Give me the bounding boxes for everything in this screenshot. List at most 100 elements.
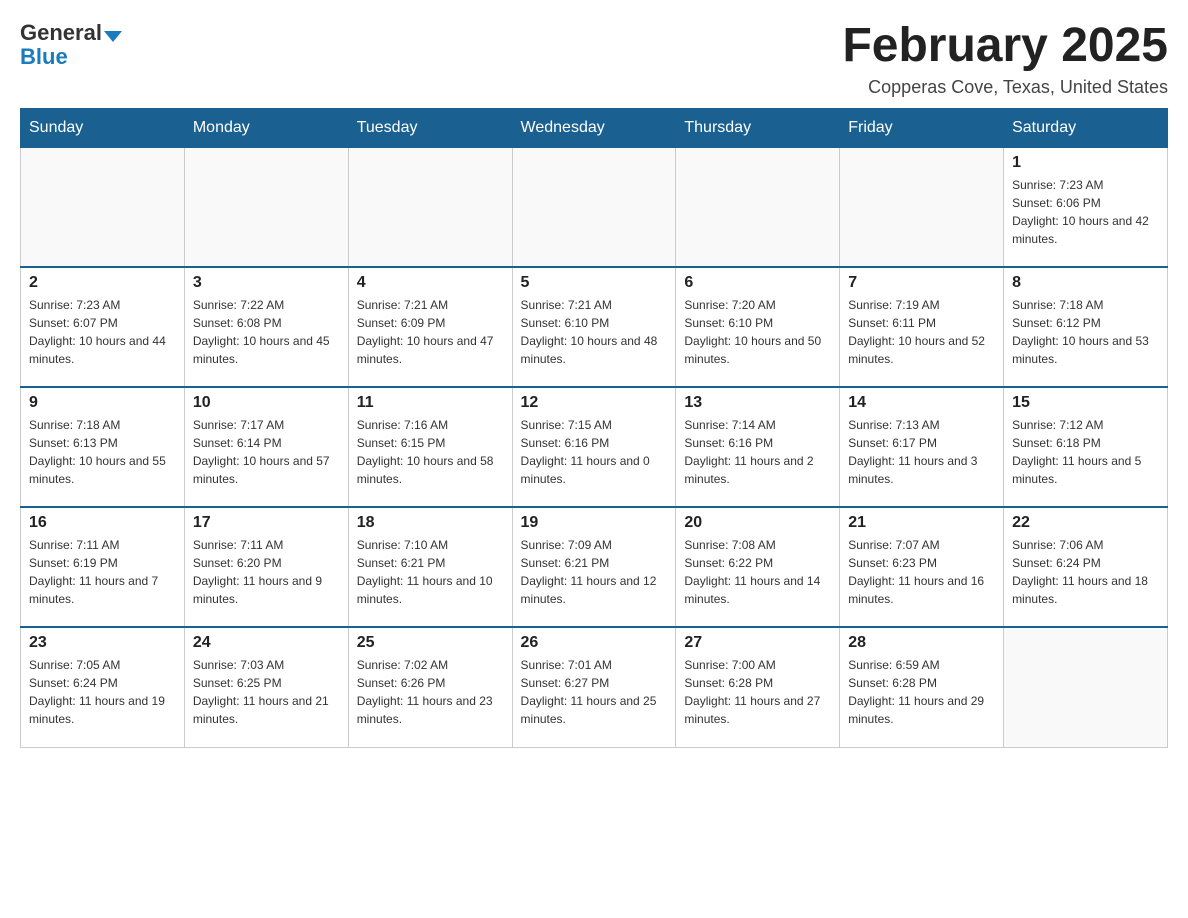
calendar-week-row: 2 Sunrise: 7:23 AMSunset: 6:07 PMDaylight…	[21, 267, 1168, 387]
day-number: 14	[848, 394, 995, 412]
calendar-cell: 15 Sunrise: 7:12 AMSunset: 6:18 PMDayligh…	[1004, 387, 1168, 507]
calendar-cell: 17 Sunrise: 7:11 AMSunset: 6:20 PMDayligh…	[184, 507, 348, 627]
day-info: Sunrise: 7:09 AMSunset: 6:21 PMDaylight:…	[521, 536, 668, 608]
day-of-week-header: Monday	[184, 108, 348, 147]
calendar-week-row: 16 Sunrise: 7:11 AMSunset: 6:19 PMDayligh…	[21, 507, 1168, 627]
logo-arrow-icon	[104, 31, 122, 42]
day-number: 3	[193, 274, 340, 292]
day-info: Sunrise: 6:59 AMSunset: 6:28 PMDaylight:…	[848, 656, 995, 728]
calendar-cell: 5Sunrise: 7:21 AMSunset: 6:10 PMDaylight…	[512, 267, 676, 387]
day-number: 2	[29, 274, 176, 292]
day-info: Sunrise: 7:20 AMSunset: 6:10 PMDaylight:…	[684, 296, 831, 368]
day-number: 16	[29, 514, 176, 532]
day-info: Sunrise: 7:19 AMSunset: 6:11 PMDaylight:…	[848, 296, 995, 368]
calendar-cell: 6 Sunrise: 7:20 AMSunset: 6:10 PMDaylight…	[676, 267, 840, 387]
calendar-cell	[840, 147, 1004, 267]
day-info: Sunrise: 7:00 AMSunset: 6:28 PMDaylight:…	[684, 656, 831, 728]
logo-text: General	[20, 20, 122, 46]
calendar-cell: 4 Sunrise: 7:21 AMSunset: 6:09 PMDaylight…	[348, 267, 512, 387]
calendar-cell: 19 Sunrise: 7:09 AMSunset: 6:21 PMDayligh…	[512, 507, 676, 627]
calendar-title: February 2025	[842, 20, 1168, 73]
calendar-cell: 11 Sunrise: 7:16 AMSunset: 6:15 PMDayligh…	[348, 387, 512, 507]
day-number: 15	[1012, 394, 1159, 412]
title-section: February 2025 Copperas Cove, Texas, Unit…	[842, 20, 1168, 98]
day-info: Sunrise: 7:02 AMSunset: 6:26 PMDaylight:…	[357, 656, 504, 728]
day-number: 9	[29, 394, 176, 412]
day-number: 23	[29, 634, 176, 652]
day-info: Sunrise: 7:07 AMSunset: 6:23 PMDaylight:…	[848, 536, 995, 608]
calendar-cell: 2 Sunrise: 7:23 AMSunset: 6:07 PMDaylight…	[21, 267, 185, 387]
day-info: Sunrise: 7:05 AMSunset: 6:24 PMDaylight:…	[29, 656, 176, 728]
calendar-cell	[21, 147, 185, 267]
logo: General Blue	[20, 20, 122, 70]
calendar-cell: 23 Sunrise: 7:05 AMSunset: 6:24 PMDayligh…	[21, 627, 185, 747]
day-info: Sunrise: 7:23 AMSunset: 6:06 PMDaylight:…	[1012, 176, 1159, 248]
day-number: 11	[357, 394, 504, 412]
day-number: 7	[848, 274, 995, 292]
calendar-cell	[676, 147, 840, 267]
calendar-cell: 20Sunrise: 7:08 AMSunset: 6:22 PMDayligh…	[676, 507, 840, 627]
day-info: Sunrise: 7:13 AMSunset: 6:17 PMDaylight:…	[848, 416, 995, 488]
day-of-week-header: Sunday	[21, 108, 185, 147]
day-number: 4	[357, 274, 504, 292]
calendar-subtitle: Copperas Cove, Texas, United States	[842, 77, 1168, 98]
day-info: Sunrise: 7:16 AMSunset: 6:15 PMDaylight:…	[357, 416, 504, 488]
calendar-cell	[1004, 627, 1168, 747]
day-info: Sunrise: 7:11 AMSunset: 6:19 PMDaylight:…	[29, 536, 176, 608]
day-number: 22	[1012, 514, 1159, 532]
calendar-header-row: SundayMondayTuesdayWednesdayThursdayFrid…	[21, 108, 1168, 147]
day-number: 26	[521, 634, 668, 652]
day-of-week-header: Thursday	[676, 108, 840, 147]
day-info: Sunrise: 7:06 AMSunset: 6:24 PMDaylight:…	[1012, 536, 1159, 608]
calendar-week-row: 23 Sunrise: 7:05 AMSunset: 6:24 PMDayligh…	[21, 627, 1168, 747]
day-number: 18	[357, 514, 504, 532]
day-info: Sunrise: 7:01 AMSunset: 6:27 PMDaylight:…	[521, 656, 668, 728]
logo-blue-text: Blue	[20, 44, 68, 70]
day-of-week-header: Tuesday	[348, 108, 512, 147]
day-number: 19	[521, 514, 668, 532]
calendar-cell: 21Sunrise: 7:07 AMSunset: 6:23 PMDayligh…	[840, 507, 1004, 627]
day-number: 13	[684, 394, 831, 412]
day-number: 1	[1012, 154, 1159, 172]
calendar-cell: 1 Sunrise: 7:23 AMSunset: 6:06 PMDaylight…	[1004, 147, 1168, 267]
calendar-cell: 26 Sunrise: 7:01 AMSunset: 6:27 PMDayligh…	[512, 627, 676, 747]
calendar-cell: 9Sunrise: 7:18 AMSunset: 6:13 PMDaylight…	[21, 387, 185, 507]
day-info: Sunrise: 7:22 AMSunset: 6:08 PMDaylight:…	[193, 296, 340, 368]
day-number: 25	[357, 634, 504, 652]
day-number: 6	[684, 274, 831, 292]
calendar-cell: 18 Sunrise: 7:10 AMSunset: 6:21 PMDayligh…	[348, 507, 512, 627]
day-info: Sunrise: 7:10 AMSunset: 6:21 PMDaylight:…	[357, 536, 504, 608]
day-number: 17	[193, 514, 340, 532]
day-info: Sunrise: 7:21 AMSunset: 6:09 PMDaylight:…	[357, 296, 504, 368]
calendar-cell	[184, 147, 348, 267]
day-of-week-header: Wednesday	[512, 108, 676, 147]
day-number: 28	[848, 634, 995, 652]
day-info: Sunrise: 7:03 AMSunset: 6:25 PMDaylight:…	[193, 656, 340, 728]
calendar-cell	[512, 147, 676, 267]
calendar-cell: 3 Sunrise: 7:22 AMSunset: 6:08 PMDaylight…	[184, 267, 348, 387]
calendar-cell: 28 Sunrise: 6:59 AMSunset: 6:28 PMDayligh…	[840, 627, 1004, 747]
calendar-cell: 13Sunrise: 7:14 AMSunset: 6:16 PMDayligh…	[676, 387, 840, 507]
day-info: Sunrise: 7:12 AMSunset: 6:18 PMDaylight:…	[1012, 416, 1159, 488]
calendar-cell: 7 Sunrise: 7:19 AMSunset: 6:11 PMDaylight…	[840, 267, 1004, 387]
calendar-cell: 25 Sunrise: 7:02 AMSunset: 6:26 PMDayligh…	[348, 627, 512, 747]
calendar-cell: 8Sunrise: 7:18 AMSunset: 6:12 PMDaylight…	[1004, 267, 1168, 387]
calendar-cell	[348, 147, 512, 267]
day-info: Sunrise: 7:15 AMSunset: 6:16 PMDaylight:…	[521, 416, 668, 488]
calendar-cell: 22 Sunrise: 7:06 AMSunset: 6:24 PMDayligh…	[1004, 507, 1168, 627]
page-header: General Blue February 2025 Copperas Cove…	[20, 20, 1168, 98]
calendar-cell: 10Sunrise: 7:17 AMSunset: 6:14 PMDayligh…	[184, 387, 348, 507]
day-of-week-header: Friday	[840, 108, 1004, 147]
day-info: Sunrise: 7:11 AMSunset: 6:20 PMDaylight:…	[193, 536, 340, 608]
day-number: 20	[684, 514, 831, 532]
calendar-table: SundayMondayTuesdayWednesdayThursdayFrid…	[20, 108, 1168, 748]
day-number: 27	[684, 634, 831, 652]
calendar-cell: 24Sunrise: 7:03 AMSunset: 6:25 PMDayligh…	[184, 627, 348, 747]
day-number: 12	[521, 394, 668, 412]
calendar-cell: 14 Sunrise: 7:13 AMSunset: 6:17 PMDayligh…	[840, 387, 1004, 507]
day-of-week-header: Saturday	[1004, 108, 1168, 147]
calendar-cell: 27 Sunrise: 7:00 AMSunset: 6:28 PMDayligh…	[676, 627, 840, 747]
day-info: Sunrise: 7:23 AMSunset: 6:07 PMDaylight:…	[29, 296, 176, 368]
day-info: Sunrise: 7:17 AMSunset: 6:14 PMDaylight:…	[193, 416, 340, 488]
calendar-week-row: 9Sunrise: 7:18 AMSunset: 6:13 PMDaylight…	[21, 387, 1168, 507]
